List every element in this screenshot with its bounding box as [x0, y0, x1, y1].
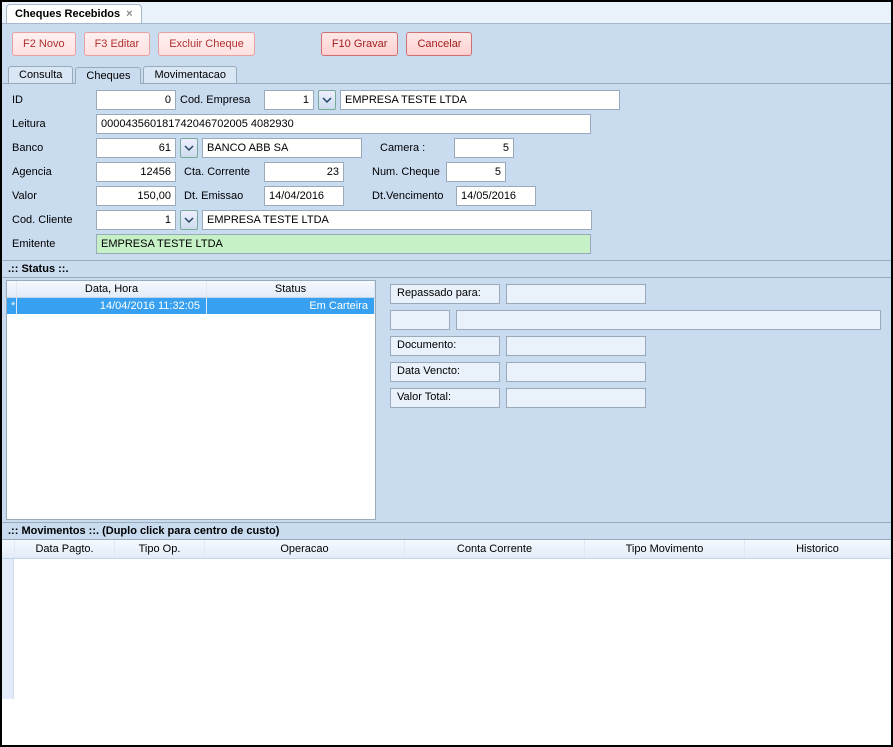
chevron-down-icon: [184, 143, 194, 153]
banco-nome-display: [202, 138, 362, 158]
cod-empresa-input[interactable]: [264, 90, 314, 110]
cancel-button[interactable]: Cancelar: [406, 32, 472, 56]
status-col-data-hora[interactable]: Data, Hora: [17, 281, 207, 297]
repassado-value: [506, 284, 646, 304]
cod-empresa-label: Cod. Empresa: [180, 94, 260, 106]
movimentos-grid-body: [2, 559, 891, 699]
edit-button[interactable]: F3 Editar: [84, 32, 151, 56]
camera-label: Camera :: [380, 142, 450, 154]
data-vencto-label: Data Vencto:: [390, 362, 500, 382]
documento-label: Documento:: [390, 336, 500, 356]
cliente-nome-display: [202, 210, 592, 230]
movimentos-section-header: .:: Movimentos ::. (Duplo click para cen…: [2, 522, 891, 539]
status-section-header: .:: Status ::.: [2, 260, 891, 277]
lookup-cliente-button[interactable]: [180, 210, 198, 230]
form-area: ID Cod. Empresa Leitura Banco Camera :: [2, 84, 891, 260]
tab-consulta[interactable]: Consulta: [8, 66, 73, 83]
valor-total-label: Valor Total:: [390, 388, 500, 408]
close-icon[interactable]: ×: [126, 8, 132, 20]
chevron-down-icon: [184, 215, 194, 225]
leitura-input[interactable]: [96, 114, 591, 134]
valor-label: Valor: [12, 190, 92, 202]
new-button[interactable]: F2 Novo: [12, 32, 76, 56]
camera-input[interactable]: [454, 138, 514, 158]
id-label: ID: [12, 94, 92, 106]
agencia-label: Agencia: [12, 166, 92, 178]
leitura-label: Leitura: [12, 118, 92, 130]
mov-col-data-pagto[interactable]: Data Pagto.: [15, 540, 115, 558]
lookup-banco-button[interactable]: [180, 138, 198, 158]
cod-cliente-input[interactable]: [96, 210, 176, 230]
window-tab-cheques-recebidos[interactable]: Cheques Recebidos ×: [6, 4, 142, 23]
dt-vencimento-input[interactable]: [456, 186, 536, 206]
num-cheque-label: Num. Cheque: [372, 166, 442, 178]
tab-movimentacao[interactable]: Movimentacao: [143, 66, 237, 83]
status-row-status: Em Carteira: [207, 298, 375, 314]
mov-col-tipo-movimento[interactable]: Tipo Movimento: [585, 540, 745, 558]
agencia-input[interactable]: [96, 162, 176, 182]
banco-label: Banco: [12, 142, 92, 154]
movimentos-row-marker: [2, 559, 14, 699]
documento-value: [506, 336, 646, 356]
movimentos-grid-header: Data Pagto. Tipo Op. Operacao Conta Corr…: [2, 540, 891, 559]
repassado-extra2: [456, 310, 881, 330]
lookup-empresa-button[interactable]: [318, 90, 336, 110]
dt-vencimento-label: Dt.Vencimento: [372, 190, 452, 202]
id-input[interactable]: [96, 90, 176, 110]
mov-col-conta-corrente[interactable]: Conta Corrente: [405, 540, 585, 558]
dt-emissao-label: Dt. Emissao: [180, 190, 260, 202]
emitente-label: Emitente: [12, 238, 92, 250]
app-window: Cheques Recebidos × F2 Novo F3 Editar Ex…: [0, 0, 893, 747]
repassado-extra1: [390, 310, 450, 330]
mov-col-tipo-op[interactable]: Tipo Op.: [115, 540, 205, 558]
window-tab-strip: Cheques Recebidos ×: [2, 2, 891, 24]
status-grid[interactable]: Data, Hora Status * 14/04/2016 11:32:05 …: [6, 280, 376, 520]
status-grid-header: Data, Hora Status: [7, 281, 375, 298]
empresa-nome-display: [340, 90, 620, 110]
status-row[interactable]: * 14/04/2016 11:32:05 Em Carteira: [7, 298, 375, 314]
save-button[interactable]: F10 Gravar: [321, 32, 399, 56]
mov-col-operacao[interactable]: Operacao: [205, 540, 405, 558]
repassado-label: Repassado para:: [390, 284, 500, 304]
status-panel: Data, Hora Status * 14/04/2016 11:32:05 …: [2, 277, 891, 522]
status-row-data-hora: 14/04/2016 11:32:05: [17, 298, 207, 314]
delete-button[interactable]: Excluir Cheque: [158, 32, 255, 56]
tab-cheques[interactable]: Cheques: [75, 67, 141, 84]
toolbar: F2 Novo F3 Editar Excluir Cheque F10 Gra…: [2, 24, 891, 64]
valor-input[interactable]: [96, 186, 176, 206]
banco-input[interactable]: [96, 138, 176, 158]
status-row-marker: *: [7, 298, 17, 314]
dt-emissao-input[interactable]: [264, 186, 344, 206]
emitente-input[interactable]: [96, 234, 591, 254]
chevron-down-icon: [322, 95, 332, 105]
cod-cliente-label: Cod. Cliente: [12, 214, 92, 226]
mov-col-historico[interactable]: Historico: [745, 540, 891, 558]
valor-total-value: [506, 388, 646, 408]
status-side-panel: Repassado para: Documento: Data Vencto: …: [380, 278, 891, 522]
cta-corrente-label: Cta. Corrente: [180, 166, 260, 178]
inner-tab-strip: Consulta Cheques Movimentacao: [2, 64, 891, 84]
data-vencto-value: [506, 362, 646, 382]
num-cheque-input[interactable]: [446, 162, 506, 182]
cta-corrente-input[interactable]: [264, 162, 344, 182]
movimentos-grid[interactable]: Data Pagto. Tipo Op. Operacao Conta Corr…: [2, 539, 891, 745]
status-col-status[interactable]: Status: [207, 281, 375, 297]
window-tab-title: Cheques Recebidos: [15, 8, 120, 20]
